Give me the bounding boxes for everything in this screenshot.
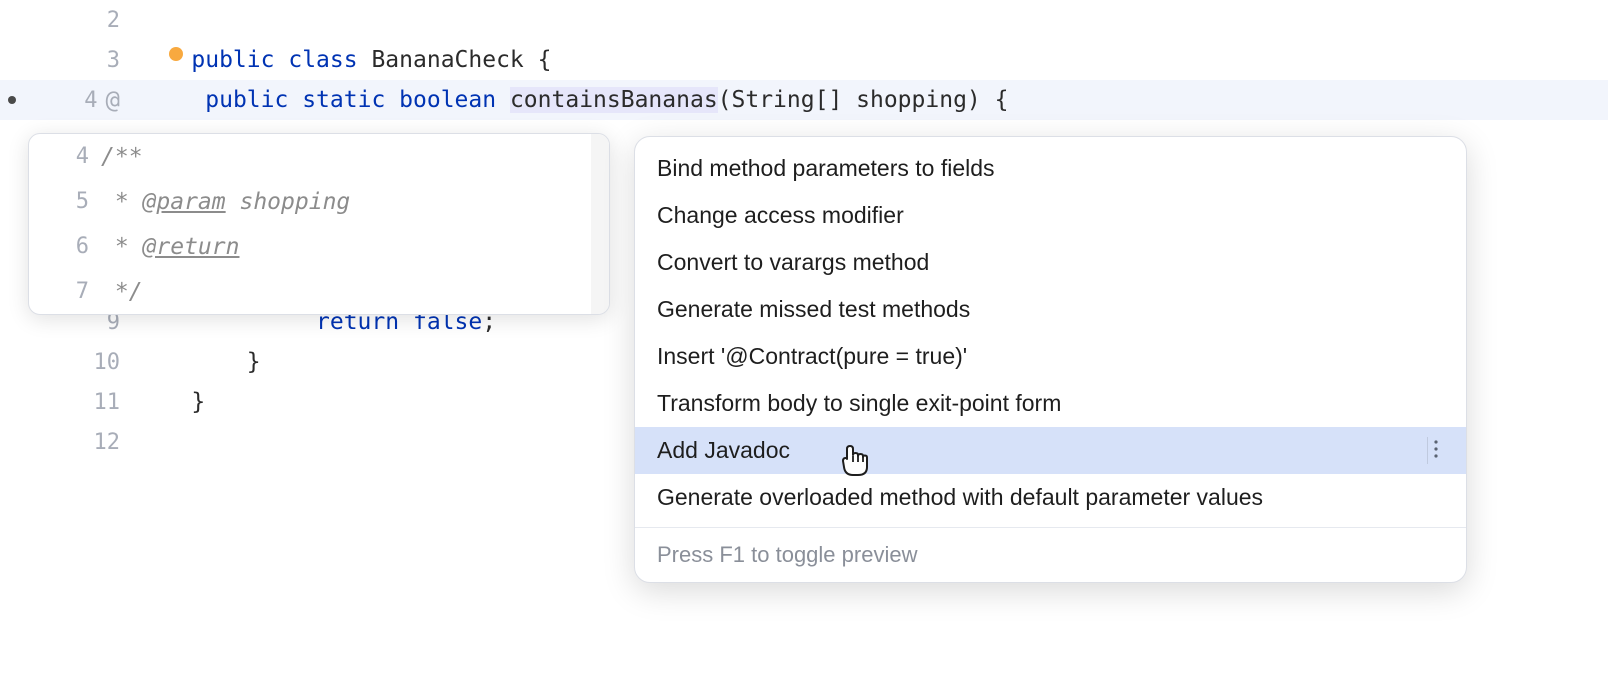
line-number: 4 (68, 88, 98, 113)
keyword: class (288, 47, 357, 73)
gutter: 2 (0, 8, 128, 33)
gutter: 11 (0, 390, 128, 415)
gutter: 12 (0, 430, 128, 455)
breakpoint-icon[interactable] (8, 96, 16, 104)
menu-item-label: Transform body to single exit-point form (657, 390, 1061, 417)
line-number: 3 (90, 48, 120, 73)
menu-item-add-javadoc[interactable]: Add Javadoc (635, 427, 1466, 474)
line-number: 12 (90, 430, 120, 455)
preview-code: * @param shopping (101, 189, 350, 215)
class-name: BananaCheck (371, 47, 523, 73)
more-options-icon[interactable] (1427, 437, 1444, 464)
line-number: 10 (90, 350, 120, 375)
brace: { (524, 47, 552, 73)
preview-line-number: 7 (29, 279, 101, 304)
gutter: 10 (0, 350, 128, 375)
menu-item-label: Convert to varargs method (657, 249, 929, 276)
menu-item-transform-body[interactable]: Transform body to single exit-point form (635, 380, 1466, 427)
preview-code: * @return (101, 234, 239, 260)
params: (String[] shopping) { (718, 87, 1009, 113)
menu-item-label: Add Javadoc (657, 437, 790, 464)
menu-footer-hint: Press F1 to toggle preview (635, 527, 1466, 582)
menu-item-label: Insert '@Contract(pure = true)' (657, 343, 967, 370)
code-content: public static boolean containsBananas(St… (128, 87, 1008, 113)
preview-code: */ (101, 279, 143, 305)
code-content: public class BananaCheck { (128, 47, 551, 73)
menu-item-label: Generate overloaded method with default … (657, 484, 1263, 511)
gutter-annotation-icon[interactable]: @ (106, 86, 120, 114)
warning-marker-icon (169, 47, 183, 61)
keyword: static (302, 87, 385, 113)
menu-item-insert-contract[interactable]: Insert '@Contract(pure = true)' (635, 333, 1466, 380)
preview-code: /** (101, 144, 143, 170)
preview-scrollbar[interactable] (591, 134, 609, 314)
code-line-current[interactable]: 4 @ public static boolean containsBanana… (0, 80, 1608, 120)
menu-item-bind-params[interactable]: Bind method parameters to fields (635, 137, 1466, 192)
menu-item-generate-overloaded[interactable]: Generate overloaded method with default … (635, 474, 1466, 527)
menu-item-label: Generate missed test methods (657, 296, 970, 323)
keyword: boolean (399, 87, 496, 113)
preview-line-number: 4 (29, 144, 101, 169)
menu-item-change-access[interactable]: Change access modifier (635, 192, 1466, 239)
preview-line: 6 * @return (29, 224, 609, 269)
menu-item-label: Bind method parameters to fields (657, 155, 995, 182)
preview-line: 7 */ (29, 269, 609, 314)
menu-item-label: Change access modifier (657, 202, 904, 229)
javadoc-tag: @return (143, 234, 240, 260)
line-number: 11 (90, 390, 120, 415)
code-line[interactable]: 2 (0, 0, 1608, 40)
javadoc-tag: @param (143, 189, 226, 215)
intention-actions-menu[interactable]: Bind method parameters to fields Change … (634, 136, 1467, 583)
method-name: containsBananas (510, 87, 718, 113)
preview-line-number: 6 (29, 234, 101, 259)
keyword: public (191, 47, 274, 73)
code-content: } (128, 389, 205, 415)
preview-line-number: 5 (29, 189, 101, 214)
menu-item-generate-tests[interactable]: Generate missed test methods (635, 286, 1466, 333)
preview-line: 5 * @param shopping (29, 179, 609, 224)
menu-item-convert-varargs[interactable]: Convert to varargs method (635, 239, 1466, 286)
code-content: } (128, 349, 261, 375)
code-line[interactable]: 3 public class BananaCheck { (0, 40, 1608, 80)
line-number: 2 (90, 8, 120, 33)
keyword: public (205, 87, 288, 113)
gutter: 4 @ (0, 86, 128, 114)
gutter: 3 (0, 48, 128, 73)
preview-line: 4 /** (29, 134, 609, 179)
javadoc-preview-popup: 4 /** 5 * @param shopping 6 * @return 7 … (28, 133, 610, 315)
